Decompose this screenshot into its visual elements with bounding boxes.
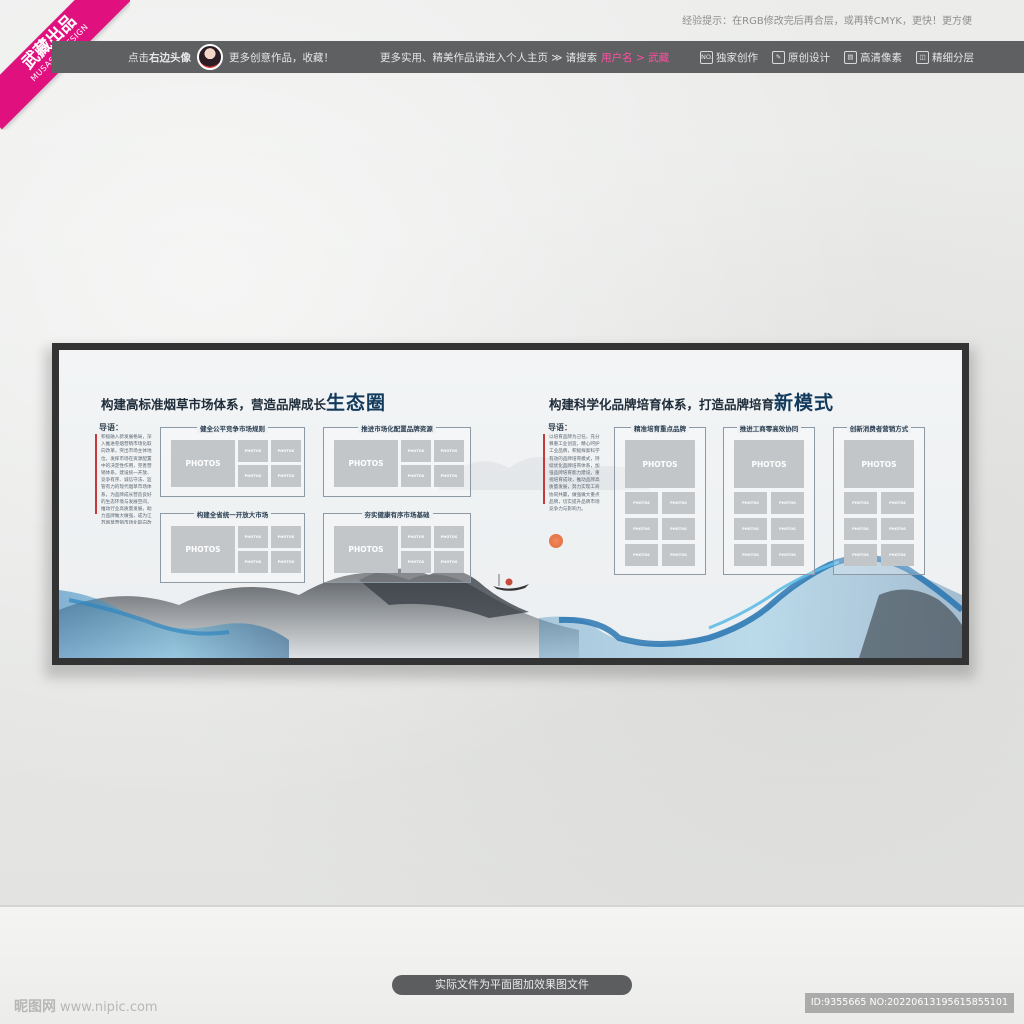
- badge-original: ✎ 原创设计: [772, 50, 830, 65]
- watermark-left: 昵图网 www.nipic.com: [14, 999, 158, 1015]
- photo-placeholder: PHOTOS: [734, 544, 767, 566]
- photo-placeholder: PHOTOS: [401, 440, 431, 462]
- photo-placeholder: PHOTOS: [844, 544, 877, 566]
- caption-pill: 实际文件为平面图加效果图文件: [392, 975, 632, 995]
- photo-placeholder: PHOTOS: [881, 518, 914, 540]
- photo-placeholder: PHOTOS: [844, 518, 877, 540]
- photo-placeholder: PHOTOS: [881, 544, 914, 566]
- photo-placeholder: PHOTOS: [238, 440, 268, 462]
- avatar[interactable]: [197, 44, 223, 70]
- photo-placeholder: PHOTOS: [271, 526, 301, 548]
- photo-placeholder: PHOTOS: [171, 526, 235, 573]
- left-panel-4: 夯实健康有序市场基础 PHOTOS PHOTOS PHOTOS PHOTOS P…: [323, 511, 471, 583]
- badge-hd: ▤ 高清像素: [844, 50, 902, 65]
- photo-placeholder: PHOTOS: [271, 551, 301, 573]
- avatar-prompt: 点击右边头像: [128, 51, 191, 64]
- number-icon: NO.: [700, 50, 713, 64]
- badge-layers: ◫ 精细分层: [916, 50, 974, 65]
- photo-placeholder: PHOTOS: [734, 518, 767, 540]
- photo-placeholder: PHOTOS: [771, 492, 804, 514]
- photo-placeholder: PHOTOS: [662, 518, 695, 540]
- right-title: 构建科学化品牌培育体系，打造品牌培育新模式: [549, 392, 835, 414]
- photo-placeholder: PHOTOS: [238, 526, 268, 548]
- photo-placeholder: PHOTOS: [625, 440, 695, 488]
- photo-placeholder: PHOTOS: [734, 492, 767, 514]
- photo-placeholder: PHOTOS: [881, 492, 914, 514]
- top-hint: 经验提示：在RGB修改完后再合层，或再转CMYK，更快！更方便: [682, 16, 972, 27]
- photo-placeholder: PHOTOS: [844, 492, 877, 514]
- photo-placeholder: PHOTOS: [771, 544, 804, 566]
- photo-placeholder: PHOTOS: [662, 544, 695, 566]
- photo-placeholder: PHOTOS: [334, 526, 398, 573]
- photo-placeholder: PHOTOS: [434, 526, 464, 548]
- display-board: 构建高标准烟草市场体系，营造品牌成长生态圈 导语： 积极融入新发展格局，深入推进…: [59, 350, 962, 658]
- pencil-icon: ✎: [772, 50, 785, 64]
- photo-placeholder: PHOTOS: [434, 440, 464, 462]
- right-intro-heading: 导语：: [548, 423, 572, 432]
- photo-placeholder: PHOTOS: [238, 465, 268, 487]
- left-title: 构建高标准烟草市场体系，营造品牌成长生态圈: [101, 392, 387, 414]
- left-intro-heading: 导语：: [99, 423, 123, 432]
- display-board-frame: 构建高标准烟草市场体系，营造品牌成长生态圈 导语： 积极融入新发展格局，深入推进…: [52, 343, 969, 665]
- badge-exclusive: NO. 独家创作: [700, 50, 758, 64]
- photo-placeholder: PHOTOS: [662, 492, 695, 514]
- left-panel-1: 健全公平竞争市场规则 PHOTOS PHOTOS PHOTOS PHOTOS P…: [160, 425, 305, 497]
- photo-placeholder: PHOTOS: [271, 465, 301, 487]
- feature-badges: NO. 独家创作 ✎ 原创设计 ▤ 高清像素 ◫ 精细分层: [700, 50, 974, 65]
- photo-placeholder: PHOTOS: [734, 440, 804, 488]
- left-title-accent: 生态圈: [326, 392, 387, 414]
- left-panel-3: 构建全省统一开放大市场 PHOTOS PHOTOS PHOTOS PHOTOS …: [160, 511, 305, 583]
- right-panel-2: 推进工商零高效协同 PHOTOS PHOTOS PHOTOS PHOTOS PH…: [723, 425, 815, 575]
- photo-placeholder: PHOTOS: [434, 465, 464, 487]
- photo-placeholder: PHOTOS: [625, 518, 658, 540]
- photo-placeholder: PHOTOS: [844, 440, 914, 488]
- homepage-text: 更多实用、精美作品请进入个人主页 ≫ 请搜索: [380, 51, 598, 64]
- photo-placeholder: PHOTOS: [401, 526, 431, 548]
- search-target-link[interactable]: 用户名 > 武藏: [601, 50, 669, 65]
- photo-placeholder: PHOTOS: [334, 440, 398, 487]
- photo-placeholder: PHOTOS: [171, 440, 235, 487]
- photo-placeholder: PHOTOS: [271, 440, 301, 462]
- photo-placeholder: PHOTOS: [238, 551, 268, 573]
- right-panel-3: 创新消费者营销方式 PHOTOS PHOTOS PHOTOS PHOTOS PH…: [833, 425, 925, 575]
- photo-placeholder: PHOTOS: [771, 518, 804, 540]
- photo-placeholder: PHOTOS: [625, 492, 658, 514]
- photo-placeholder: PHOTOS: [401, 465, 431, 487]
- watermark-id: ID:9355665 NO:20220613195615855101: [804, 993, 1014, 1013]
- info-bar: 点击右边头像 更多创意作品，收藏！ 更多实用、精美作品请进入个人主页 ≫ 请搜索…: [52, 41, 1024, 73]
- right-panel-1: 精准培育重点品牌 PHOTOS PHOTOS PHOTOS PHOTOS PHO…: [614, 425, 706, 575]
- more-works-link[interactable]: 更多创意作品，收藏！: [229, 50, 334, 65]
- boat-decoration: [493, 574, 529, 591]
- photo-placeholder: PHOTOS: [434, 551, 464, 573]
- layers-icon: ◫: [916, 50, 929, 64]
- photo-placeholder: PHOTOS: [401, 551, 431, 573]
- image-icon: ▤: [844, 50, 857, 64]
- left-intro-text: 积极融入新发展格局，深入推进卷烟营销市场化取向改革，突出市场主体地位，发挥市场在…: [101, 435, 152, 524]
- right-title-accent: 新模式: [774, 392, 835, 414]
- right-intro-text: 以培育品牌为己任，充分尊重工业创造，精心呵护工业品牌，积极探索科学有效的品牌培育…: [549, 435, 600, 513]
- photo-placeholder: PHOTOS: [625, 544, 658, 566]
- sun-decoration: [549, 534, 563, 548]
- left-panel-2: 推进市场化配置品牌资源 PHOTOS PHOTOS PHOTOS PHOTOS …: [323, 425, 471, 497]
